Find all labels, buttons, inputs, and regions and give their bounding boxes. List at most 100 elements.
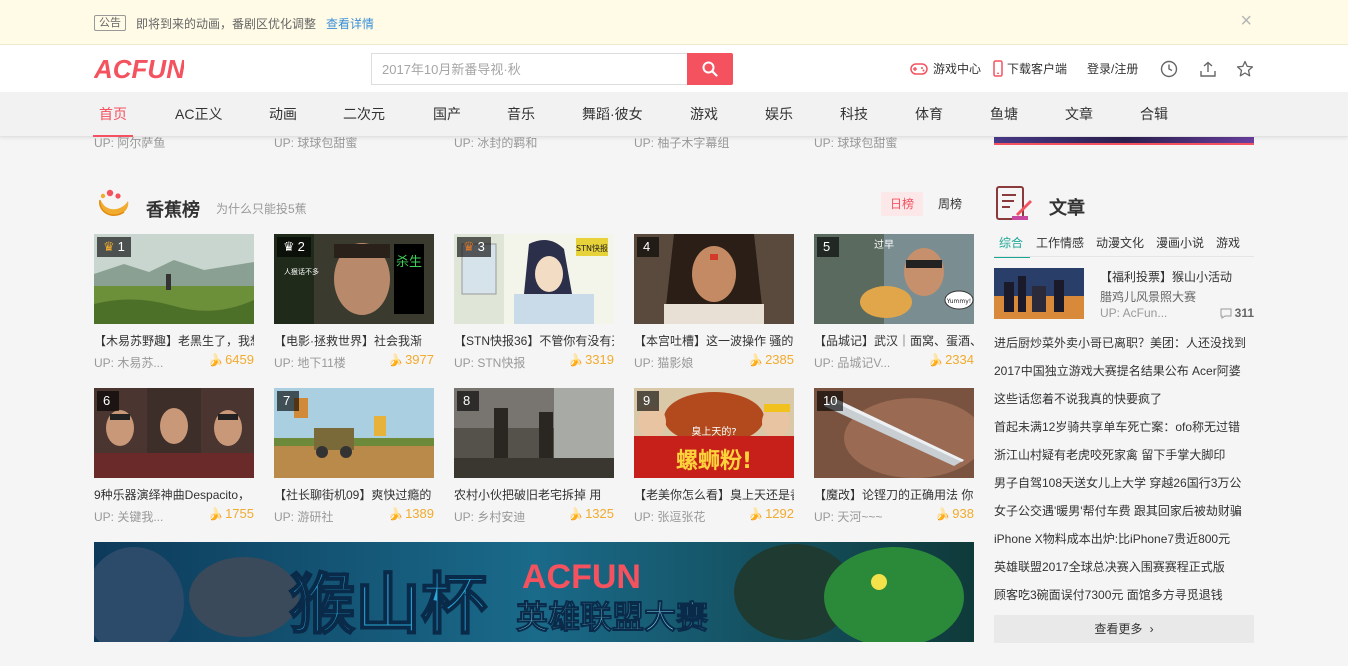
video-title[interactable]: 【电影·拯救世界】社会我渐 <box>274 332 434 349</box>
weekly-tab[interactable]: 周榜 <box>929 192 971 216</box>
video-title[interactable]: 【社长聊街机09】爽快过瘾的 <box>274 486 434 503</box>
video-uploader[interactable]: UP: STN快报 <box>454 354 525 371</box>
search-button[interactable] <box>687 53 733 85</box>
video-thumbnail[interactable]: Yummy! 过早 5 <box>814 234 974 324</box>
featured-title[interactable]: 【福利投票】猴山小活动 <box>1100 268 1232 285</box>
article-link[interactable]: 浙江山村疑有老虎咬死家禽 留下手掌大脚印 <box>994 446 1254 463</box>
video-card[interactable]: 6 9种乐器演绎神曲Despacito， UP: 关键我... 🍌 1755 <box>94 388 254 524</box>
video-uploader[interactable]: UP: 品城记V... <box>814 354 890 371</box>
featured-article[interactable]: 【福利投票】猴山小活动 腊鸡儿风景照大赛 UP: AcFun... 311 <box>994 268 1254 320</box>
rank-badge: ♛ 2 <box>277 237 311 257</box>
svg-text:螺蛳粉!: 螺蛳粉! <box>676 449 752 474</box>
video-title[interactable]: 【品城记】武汉｜面窝、蛋酒、 <box>814 332 974 349</box>
nav-item-collections[interactable]: 合辑 <box>1140 92 1168 137</box>
notice-bar: 公告 即将到来的动画，番剧区优化调整 查看详情 × <box>0 0 1348 45</box>
event-banner[interactable]: 猴山杯 ACFUN 英雄联盟大赛 <box>94 542 974 642</box>
video-thumbnail[interactable]: 7 <box>274 388 434 478</box>
nav-item-dance[interactable]: 舞蹈·彼女 <box>582 92 643 137</box>
rank-badge: ♛ 1 <box>97 237 131 257</box>
video-title[interactable]: 【木易苏野趣】老黑生了，我想 <box>94 332 254 349</box>
video-title[interactable]: 9种乐器演绎神曲Despacito， <box>94 486 254 503</box>
video-uploader[interactable]: UP: 木易苏... <box>94 354 163 371</box>
video-card[interactable]: 臭上天的? 螺蛳粉! 9 【老美你怎么看】臭上天还是香 UP: 张逗张花 🍌 12… <box>634 388 794 524</box>
video-thumbnail[interactable]: 10 <box>814 388 974 478</box>
nav-item-entertainment[interactable]: 娱乐 <box>765 92 793 137</box>
upload-button[interactable] <box>1199 60 1217 78</box>
acfun-logo[interactable]: ACFUN <box>94 54 184 82</box>
featured-uploader[interactable]: UP: AcFun... <box>1100 306 1167 320</box>
tab-general[interactable]: 综合 <box>993 234 1031 258</box>
banana-icon: 🍌 <box>208 352 224 367</box>
video-card[interactable]: 10 【魔改】论铿刀的正确用法 你 UP: 天河~~~ 🍌 938 <box>814 388 974 524</box>
nav-item-ac-justice[interactable]: AC正义 <box>175 92 222 137</box>
nav-item-articles[interactable]: 文章 <box>1065 92 1093 137</box>
video-title[interactable]: 【魔改】论铿刀的正确用法 你 <box>814 486 974 503</box>
video-card[interactable]: Yummy! 过早 5 【品城记】武汉｜面窝、蛋酒、 UP: 品城记V... 🍌… <box>814 234 974 370</box>
login-register-link[interactable]: 登录/注册 <box>1087 60 1138 77</box>
tab-work-emotion[interactable]: 工作情感 <box>1036 234 1084 251</box>
video-thumbnail[interactable]: 4 <box>634 234 794 324</box>
video-card[interactable]: ♛ 1 【木易苏野趣】老黑生了，我想 UP: 木易苏... 🍌 6459 <box>94 234 254 370</box>
nav-item-domestic[interactable]: 国产 <box>433 92 461 137</box>
nav-item-tech[interactable]: 科技 <box>840 92 868 137</box>
video-card[interactable]: 杀生 人狠话不多 ♛ 2 【电影·拯救世界】社会我渐 UP: 地下11楼 🍌 397… <box>274 234 434 370</box>
video-uploader[interactable]: UP: 关键我... <box>94 508 163 525</box>
video-thumbnail[interactable]: 8 <box>454 388 614 478</box>
game-center-link[interactable]: 游戏中心 <box>910 60 981 77</box>
video-thumbnail[interactable]: 6 <box>94 388 254 478</box>
banana-icon: 🍌 <box>388 352 404 367</box>
tab-games[interactable]: 游戏 <box>1216 234 1240 251</box>
video-uploader[interactable]: UP: 乡村安迪 <box>454 508 525 525</box>
cut-up-label: UP: 阿尔萨鱼 <box>94 137 166 150</box>
video-card[interactable]: 7 【社长聊街机09】爽快过瘾的 UP: 游研社 🍌 1389 <box>274 388 434 524</box>
article-link[interactable]: 英雄联盟2017全球总决赛入围赛赛程正式版 <box>994 558 1254 575</box>
view-more-button[interactable]: 查看更多 › <box>994 615 1254 643</box>
daily-tab[interactable]: 日榜 <box>881 192 924 216</box>
article-link[interactable]: 2017中国独立游戏大赛提名结果公布 Acer阿婆 <box>994 362 1254 379</box>
nav-item-fishpond[interactable]: 鱼塘 <box>990 92 1018 137</box>
video-card[interactable]: 8 农村小伙把破旧老宅拆掉 用 UP: 乡村安迪 🍌 1325 <box>454 388 614 524</box>
favorites-button[interactable] <box>1236 60 1254 78</box>
nav-item-acg[interactable]: 二次元 <box>343 92 385 137</box>
video-card[interactable]: STN快报 ♛ 3 【STN快报36】不管你有没有开 UP: STN快报 🍌 331… <box>454 234 614 370</box>
close-icon[interactable]: × <box>1240 11 1252 31</box>
article-link[interactable]: 女子公交遇'暖男'帮付车费 跟其回家后被劫财骗 <box>994 502 1254 519</box>
nav-item-music[interactable]: 音乐 <box>507 92 535 137</box>
article-link[interactable]: 男子自驾108天送女儿上大学 穿越26国行3万公 <box>994 474 1254 491</box>
video-title[interactable]: 【本宫吐槽】这一波操作 骚的 <box>634 332 794 349</box>
article-link[interactable]: 这些话您着不说我真的快要疯了 <box>994 390 1254 407</box>
banana-count: 🍌 1389 <box>388 506 434 521</box>
video-title[interactable]: 【老美你怎么看】臭上天还是香 <box>634 486 794 503</box>
tab-comic-novel[interactable]: 漫画小说 <box>1156 234 1204 251</box>
notice-details-link[interactable]: 查看详情 <box>326 15 374 32</box>
video-thumbnail[interactable]: STN快报 ♛ 3 <box>454 234 614 324</box>
search-box <box>371 53 733 85</box>
video-card[interactable]: 4 【本宫吐槽】这一波操作 骚的 UP: 猫影娘 🍌 2385 <box>634 234 794 370</box>
video-uploader[interactable]: UP: 天河~~~ <box>814 508 882 525</box>
article-link[interactable]: 进后厨炒菜外卖小哥已离职？美团：人还没找到 <box>994 334 1254 351</box>
nav-item-anime[interactable]: 动画 <box>269 92 297 137</box>
video-uploader[interactable]: UP: 游研社 <box>274 508 333 525</box>
tab-anime-culture[interactable]: 动漫文化 <box>1096 234 1144 251</box>
history-icon <box>1161 60 1178 77</box>
download-client-link[interactable]: 下载客户端 <box>993 60 1067 77</box>
nav-item-games[interactable]: 游戏 <box>690 92 718 137</box>
video-thumbnail[interactable]: 臭上天的? 螺蛳粉! 9 <box>634 388 794 478</box>
comment-icon <box>1220 308 1232 319</box>
video-uploader[interactable]: UP: 猫影娘 <box>634 354 693 371</box>
nav-item-home[interactable]: 首页 <box>93 92 133 137</box>
login-register-label: 登录/注册 <box>1087 62 1139 76</box>
article-link[interactable]: 首起未满12岁骑共享单车死亡案：ofo称无过错 <box>994 418 1254 435</box>
video-thumbnail[interactable]: ♛ 1 <box>94 234 254 324</box>
video-title[interactable]: 【STN快报36】不管你有没有开 <box>454 332 614 349</box>
article-link[interactable]: iPhone X物料成本出炉:比iPhone7贵近800元 <box>994 530 1254 547</box>
video-thumbnail[interactable]: 杀生 人狠话不多 ♛ 2 <box>274 234 434 324</box>
search-input[interactable] <box>371 53 688 85</box>
video-title[interactable]: 农村小伙把破旧老宅拆掉 用 <box>454 486 614 503</box>
history-button[interactable] <box>1160 60 1178 78</box>
featured-thumbnail[interactable] <box>994 268 1084 319</box>
nav-item-sports[interactable]: 体育 <box>915 92 943 137</box>
article-link[interactable]: 顾客吃3碗面误付7300元 面馆多方寻觅退钱 <box>994 586 1254 603</box>
video-uploader[interactable]: UP: 地下11楼 <box>274 354 346 371</box>
video-uploader[interactable]: UP: 张逗张花 <box>634 508 705 525</box>
